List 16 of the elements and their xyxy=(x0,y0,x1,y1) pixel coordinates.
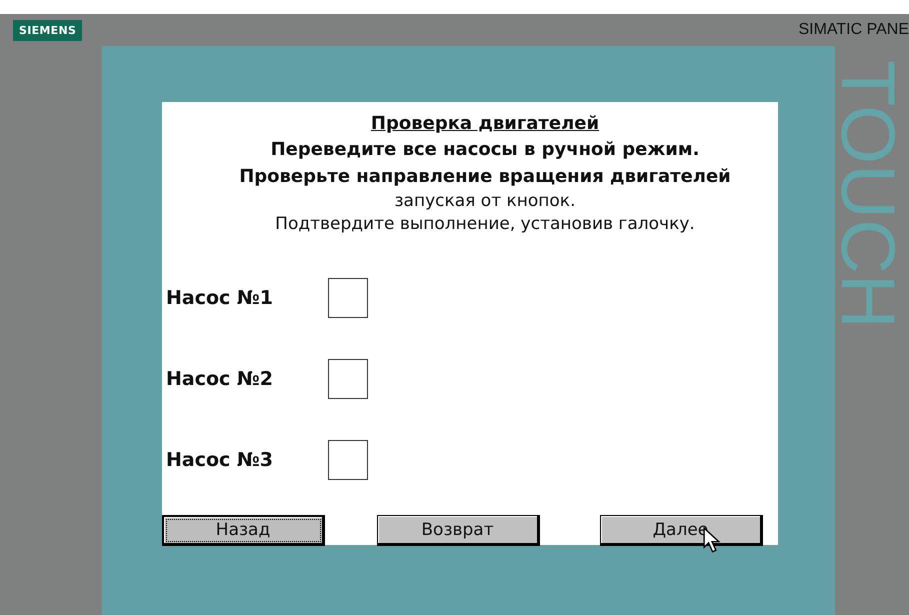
screen-title: Проверка двигателей xyxy=(370,112,600,136)
instruction-text: Проверьте направление вращения двигателей xyxy=(239,165,731,189)
pump-label: Насос №3 xyxy=(166,449,274,471)
nav-button[interactable]: Назад xyxy=(162,515,325,546)
pump-label: Насос №2 xyxy=(166,368,274,390)
instruction-text: Подтвердите выполнение, установив галочку. xyxy=(275,213,695,236)
brand-logo: SIEMENS xyxy=(13,20,82,40)
checkbox[interactable] xyxy=(328,359,368,399)
pump-label: Насос №1 xyxy=(166,287,274,309)
checkbox[interactable] xyxy=(328,278,368,318)
checkbox[interactable] xyxy=(328,440,368,480)
nav-button[interactable]: Возврат xyxy=(377,515,540,546)
nav-button[interactable]: Далее xyxy=(600,515,763,546)
model-label: SIMATIC PANE xyxy=(798,21,909,39)
instruction-text: запуская от кнопок. xyxy=(394,190,576,213)
instruction-text: Переведите все насосы в ручной режим. xyxy=(270,138,700,162)
